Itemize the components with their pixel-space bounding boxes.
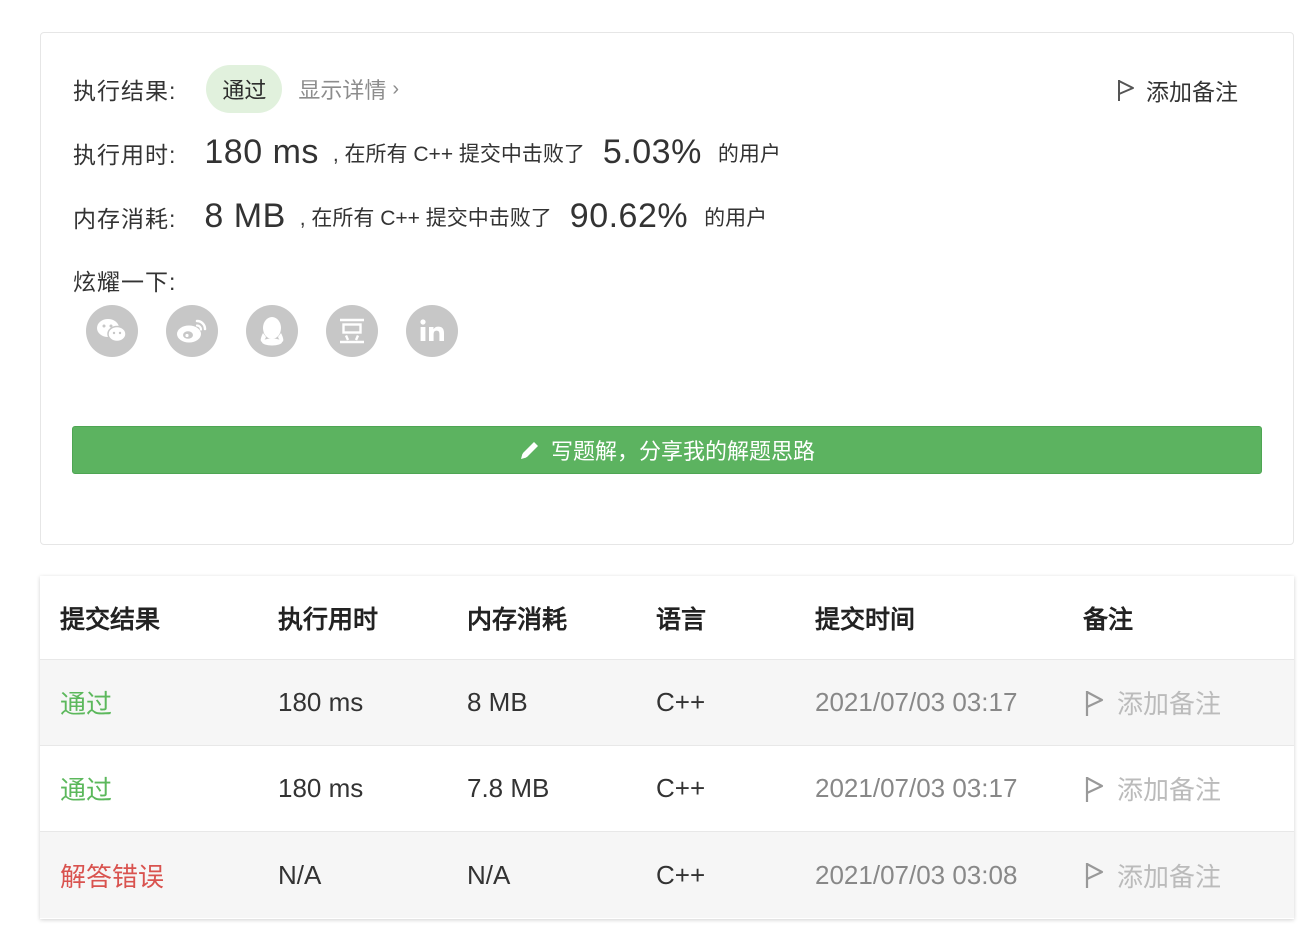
- header-submit-time: 提交时间: [815, 605, 916, 634]
- header-runtime: 执行用时: [278, 605, 379, 634]
- memory-value: 8 MB: [204, 197, 286, 235]
- qq-icon: [260, 317, 284, 346]
- flag-icon: [1085, 776, 1104, 802]
- share-wechat-button[interactable]: [86, 305, 138, 357]
- share-label-row: 炫耀一下:: [73, 263, 176, 297]
- linkedin-icon: [420, 319, 444, 341]
- add-note-button[interactable]: 添加备注: [1116, 73, 1238, 107]
- header-note: 备注: [1083, 605, 1134, 634]
- result-row: 执行结果: 通过 显示详情 ›: [73, 65, 399, 113]
- row-add-note-button[interactable]: 添加备注: [1075, 684, 1294, 721]
- row-language: C++: [656, 859, 706, 890]
- row-submit-time: 2021/07/03 03:08: [815, 859, 1018, 890]
- runtime-beat-text: , 在所有 C++ 提交中击败了: [332, 142, 585, 166]
- row-add-note-label: 添加备注: [1117, 861, 1222, 892]
- row-runtime: 180 ms: [278, 773, 364, 803]
- row-submit-time: 2021/07/03 03:17: [815, 687, 1018, 717]
- row-runtime: 180 ms: [278, 687, 364, 717]
- row-submit-time: 2021/07/03 03:17: [815, 773, 1018, 803]
- submission-result-card: 执行结果: 通过 显示详情 › 添加备注 执行用时: 180 ms , 在所有 …: [40, 32, 1294, 545]
- submissions-table: 提交结果 执行用时 内存消耗 语言 提交时间 备注 通过 180 ms 8 MB…: [40, 576, 1294, 919]
- table-row: 通过 180 ms 8 MB C++ 2021/07/03 03:17 添加备注: [40, 660, 1294, 746]
- row-memory: 8 MB: [467, 687, 528, 717]
- status-badge: 通过: [206, 65, 283, 113]
- share-qq-button[interactable]: [246, 305, 298, 357]
- wechat-icon: [97, 319, 127, 343]
- row-add-note-label: 添加备注: [1117, 775, 1222, 805]
- flag-icon: [1085, 863, 1104, 888]
- runtime-row: 执行用时: 180 ms , 在所有 C++ 提交中击败了 5.03% 的用户: [73, 133, 781, 172]
- runtime-percentile: 5.03%: [602, 133, 702, 171]
- chevron-right-icon: ›: [392, 77, 400, 100]
- row-memory: N/A: [467, 859, 511, 890]
- row-language: C++: [656, 687, 706, 717]
- show-details-label: 显示详情: [298, 78, 387, 103]
- share-weibo-button[interactable]: [166, 305, 218, 357]
- write-solution-button[interactable]: 写题解，分享我的解题思路: [72, 426, 1262, 474]
- table-row: 通过 180 ms 7.8 MB C++ 2021/07/03 03:17 添加…: [40, 746, 1294, 832]
- row-memory: 7.8 MB: [467, 773, 550, 803]
- table-header: 提交结果 执行用时 内存消耗 语言 提交时间 备注: [40, 576, 1294, 660]
- add-note-label: 添加备注: [1146, 79, 1238, 105]
- row-status-link[interactable]: 通过: [40, 684, 256, 721]
- memory-percentile: 90.62%: [569, 197, 689, 235]
- share-label: 炫耀一下:: [73, 269, 177, 295]
- douban-icon: [340, 318, 364, 344]
- result-label: 执行结果:: [73, 78, 177, 104]
- row-language: C++: [656, 773, 706, 803]
- runtime-label: 执行用时:: [73, 141, 177, 168]
- header-result: 提交结果: [60, 605, 161, 634]
- row-status-link[interactable]: 通过: [40, 770, 256, 807]
- weibo-icon: [177, 319, 207, 343]
- write-solution-label: 写题解，分享我的解题思路: [550, 439, 815, 464]
- memory-label: 内存消耗:: [73, 205, 177, 232]
- share-buttons: [86, 305, 458, 357]
- row-runtime: N/A: [278, 859, 322, 890]
- runtime-suffix: 的用户: [717, 142, 781, 166]
- memory-row: 内存消耗: 8 MB , 在所有 C++ 提交中击败了 90.62% 的用户: [73, 197, 767, 236]
- header-memory: 内存消耗: [467, 605, 568, 634]
- show-details-link[interactable]: 显示详情 ›: [298, 73, 399, 105]
- table-row: 解答错误 N/A N/A C++ 2021/07/03 03:08 添加备注: [40, 832, 1294, 918]
- pencil-icon: [520, 442, 538, 459]
- row-add-note-button[interactable]: 添加备注: [1075, 770, 1294, 807]
- flag-icon: [1085, 690, 1104, 716]
- share-douban-button[interactable]: [326, 305, 378, 357]
- runtime-value: 180 ms: [204, 133, 319, 171]
- row-status-link[interactable]: 解答错误: [40, 857, 256, 894]
- row-add-note-label: 添加备注: [1117, 689, 1222, 719]
- memory-beat-text: , 在所有 C++ 提交中击败了: [299, 206, 552, 230]
- memory-suffix: 的用户: [704, 206, 768, 230]
- header-language: 语言: [656, 605, 707, 634]
- flag-icon: [1118, 80, 1134, 101]
- share-linkedin-button[interactable]: [406, 305, 458, 357]
- row-add-note-button[interactable]: 添加备注: [1075, 857, 1294, 894]
